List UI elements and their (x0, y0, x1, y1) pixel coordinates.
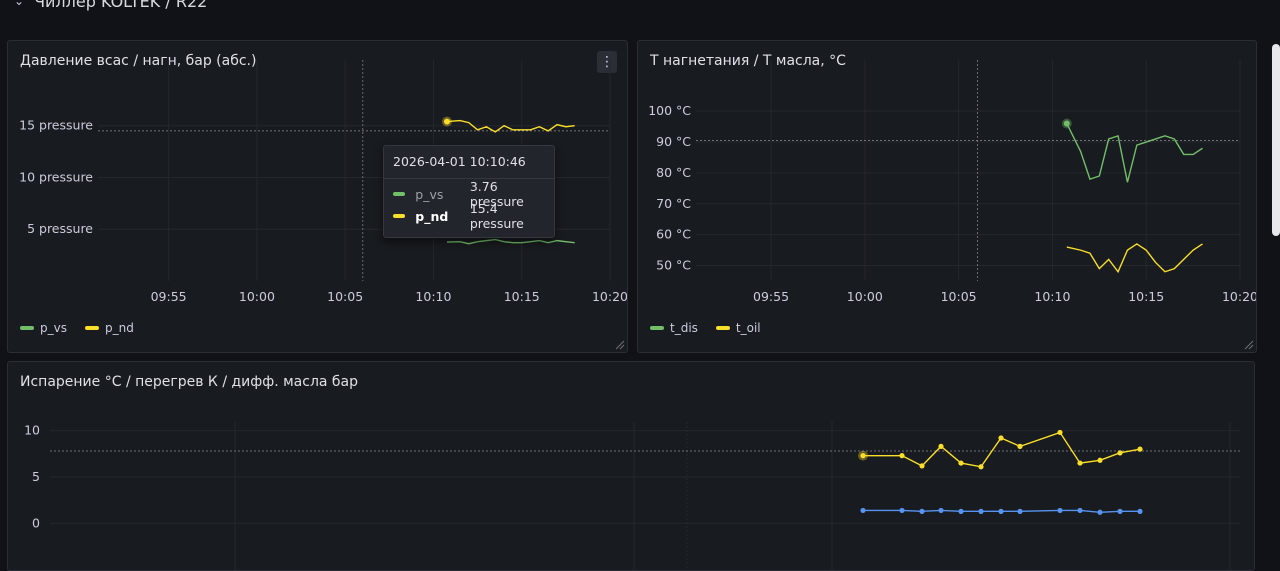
y-tick-label: 10 pressure (19, 169, 93, 184)
panel-temperature: Т нагнетания / Т масла, °C 100 °C 90 °C 80… (637, 40, 1257, 353)
legend-label: p_nd (104, 321, 134, 335)
x-tick-label: 10:00 (239, 289, 275, 304)
legend-label: p_vs (40, 321, 67, 335)
series-point (899, 507, 905, 514)
series-point (958, 460, 964, 466)
legend-swatch (84, 326, 99, 330)
chart-tooltip: 2026-04-01 10:10:46 p_vs 3.76 pressure p… (383, 145, 555, 238)
legend-swatch (20, 326, 34, 330)
series-point (1057, 507, 1063, 514)
legend-swatch (715, 326, 730, 330)
page-scrollbar[interactable] (1272, 44, 1280, 236)
series-line-p_nd (446, 119, 575, 133)
series-point (1117, 508, 1123, 514)
legend-label: t_dis (670, 321, 698, 335)
series-point (998, 508, 1004, 514)
x-tick-label: 10:10 (415, 289, 451, 304)
x-tick-label: 10:05 (327, 289, 363, 304)
hover-point (443, 118, 450, 125)
y-tick-label: 0 (32, 515, 40, 530)
legend-item-p_vs[interactable]: p_vs (20, 321, 67, 335)
legend-item-p_nd[interactable]: p_nd (84, 321, 134, 335)
legend-label: t_oil (735, 321, 761, 335)
x-tick-label: 10:10 (1034, 289, 1070, 304)
x-tick-label: 10:20 (1222, 289, 1257, 304)
series-point (938, 507, 944, 514)
chevron-down-icon[interactable]: ⌄ (14, 0, 24, 8)
y-tick-label: 50 °C (656, 258, 691, 273)
series-point (1057, 429, 1063, 436)
temperature-chart[interactable]: 100 °C 90 °C 80 °C 70 °C 60 °C 50 °C 09:55 10:0… (638, 41, 1257, 353)
series-point (1137, 446, 1143, 452)
series-point (978, 464, 984, 470)
series-point (958, 508, 964, 514)
tooltip-row-p_nd: p_nd 15.4 pressure (384, 201, 554, 231)
x-tick-label: 10:05 (941, 289, 977, 304)
series-point (938, 443, 944, 449)
tooltip-series-value: 15.4 pressure (469, 201, 524, 231)
series-point (1117, 450, 1123, 456)
series-point (919, 463, 925, 469)
series-point (1097, 457, 1103, 463)
x-tick-label: 10:00 (847, 289, 883, 304)
series-point (1017, 508, 1023, 514)
y-tick-label: 10 (24, 423, 40, 438)
y-tick-label: 5 (32, 469, 40, 484)
series-line-t_oil (1066, 243, 1203, 274)
y-tick-label: 90 °C (656, 134, 691, 149)
y-tick-label: 80 °C (656, 165, 691, 180)
y-tick-label: 5 pressure (27, 221, 93, 236)
tooltip-swatch (393, 214, 406, 218)
panel-evaporation: Испарение °C / перегрев К / дифф. масла … (7, 361, 1255, 571)
y-tick-label: 60 °C (656, 227, 691, 242)
series-point (1077, 460, 1083, 466)
x-tick-label: 09:55 (753, 289, 789, 304)
legend-swatch (650, 326, 664, 330)
series-point (998, 435, 1004, 441)
tooltip-series-name: p_vs (415, 186, 444, 202)
row-header[interactable]: ⌄ Чиллер KOLTEK / R22 (14, 0, 207, 16)
series-point (860, 507, 866, 514)
series-point (978, 508, 984, 514)
series-point (1137, 508, 1143, 514)
tooltip-swatch (393, 192, 406, 196)
legend-item-t_dis[interactable]: t_dis (650, 321, 698, 335)
y-tick-label: 100 °C (648, 103, 691, 118)
series-point (919, 508, 925, 514)
series-point (1097, 509, 1103, 515)
evaporation-chart[interactable]: 10 5 0 (8, 362, 1255, 571)
tooltip-series-name: p_nd (415, 208, 449, 224)
hover-point-halo (858, 450, 868, 461)
series-point (1077, 507, 1083, 514)
resize-handle-icon[interactable] (615, 340, 625, 350)
row-title: Чиллер KOLTEK / R22 (34, 0, 208, 11)
y-tick-label: 70 °C (656, 196, 691, 211)
legend-item-t_oil[interactable]: t_oil (715, 321, 761, 335)
legend: p_vs p_nd (20, 321, 134, 335)
x-tick-label: 10:15 (1128, 289, 1164, 304)
x-tick-label: 10:20 (592, 289, 628, 304)
series-point (899, 453, 905, 459)
x-tick-label: 10:15 (504, 289, 540, 304)
legend: t_dis t_oil (650, 321, 761, 335)
series-point (1017, 443, 1023, 449)
tooltip-time: 2026-04-01 10:10:46 (384, 146, 554, 179)
y-tick-label: 15 pressure (19, 118, 93, 133)
x-tick-label: 09:55 (151, 289, 187, 304)
hover-point (1063, 120, 1070, 127)
resize-handle-icon[interactable] (1244, 340, 1254, 350)
series-line-p_vs (446, 238, 575, 245)
